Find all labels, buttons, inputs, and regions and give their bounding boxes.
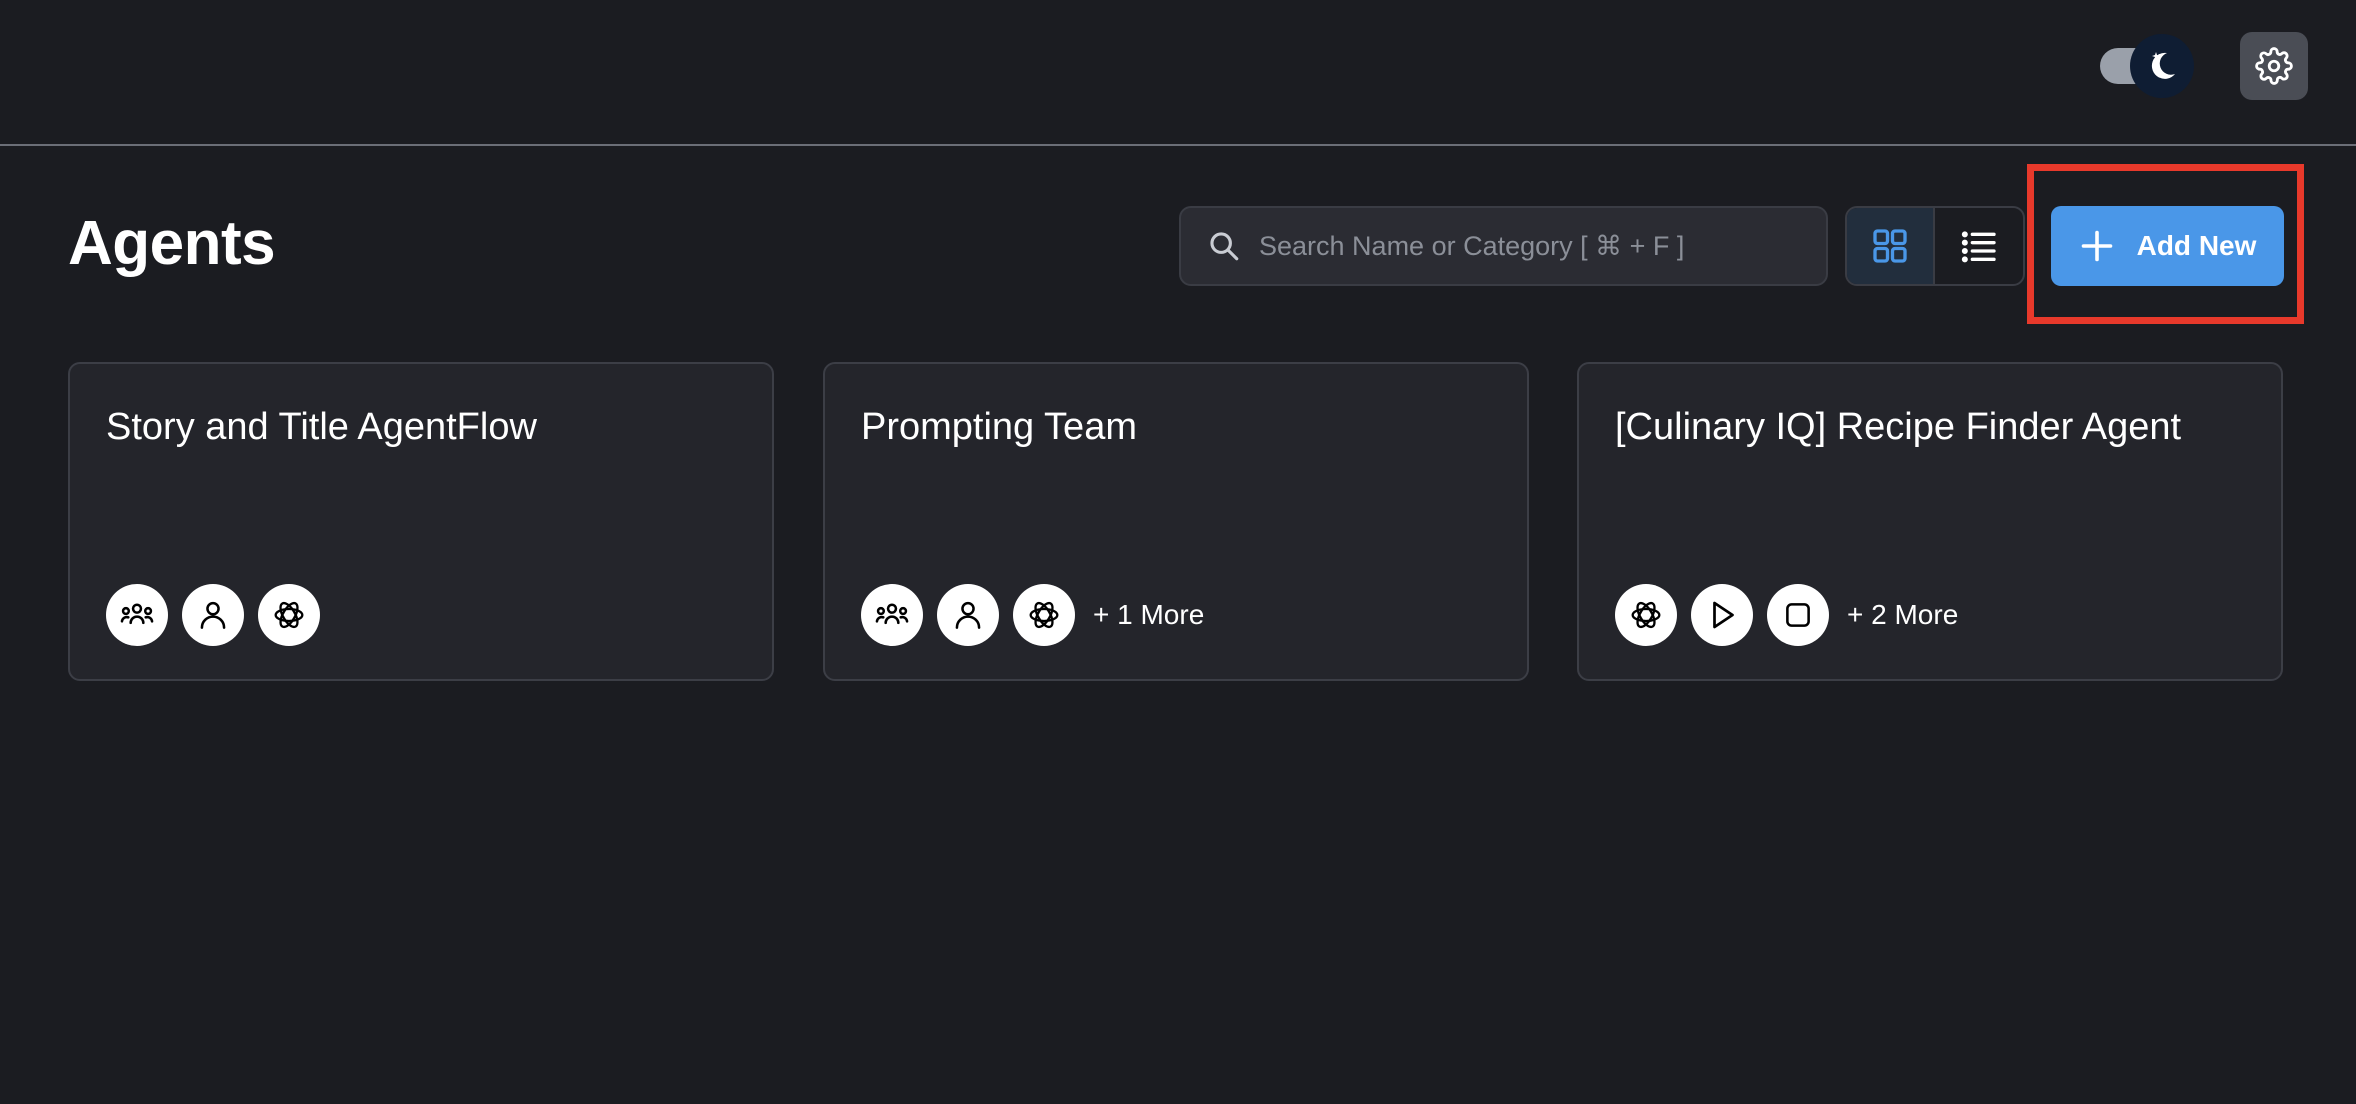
top-bar [0, 0, 2356, 146]
view-toggle [1845, 206, 2025, 286]
agent-card-icons [106, 584, 334, 646]
person-icon [937, 584, 999, 646]
agent-card-title: Prompting Team [861, 406, 1137, 448]
moon-icon [2130, 34, 2194, 98]
agent-card-icons: + 1 More [861, 584, 1204, 646]
openai-icon [1615, 584, 1677, 646]
page-title: Agents [68, 209, 276, 278]
gear-icon [2255, 47, 2293, 85]
agent-card-icons: + 2 More [1615, 584, 1958, 646]
settings-button[interactable] [2240, 32, 2308, 100]
search-input[interactable] [1259, 216, 1826, 276]
agent-card[interactable]: Story and Title AgentFlow [68, 362, 774, 681]
grid-view-button[interactable] [1847, 208, 1935, 284]
more-tools-label: + 1 More [1093, 599, 1205, 630]
agent-card[interactable]: Prompting Team + 1 More [823, 362, 1529, 681]
grid-icon [1873, 229, 1907, 263]
openai-icon [258, 584, 320, 646]
add-new-label: Add New [2136, 230, 2257, 261]
search-icon [1210, 232, 1239, 261]
agent-card-title: [Culinary IQ] Recipe Finder Agent [1615, 406, 2182, 448]
agent-card[interactable]: [Culinary IQ] Recipe Finder Agent + 2 Mo… [1577, 362, 2283, 681]
list-icon [1961, 231, 1996, 263]
plus-icon [2081, 230, 2112, 262]
team-icon [106, 584, 168, 646]
add-new-button[interactable]: Add New [2051, 206, 2284, 286]
person-icon [182, 584, 244, 646]
more-tools-label: + 2 More [1847, 599, 1959, 630]
theme-toggle[interactable] [2094, 34, 2194, 98]
list-view-button[interactable] [1935, 208, 2023, 284]
team-icon [861, 584, 923, 646]
openai-icon [1013, 584, 1075, 646]
search-box[interactable] [1179, 206, 1828, 286]
play-icon [1691, 584, 1753, 646]
agent-card-title: Story and Title AgentFlow [106, 406, 537, 448]
stop-icon [1767, 584, 1829, 646]
